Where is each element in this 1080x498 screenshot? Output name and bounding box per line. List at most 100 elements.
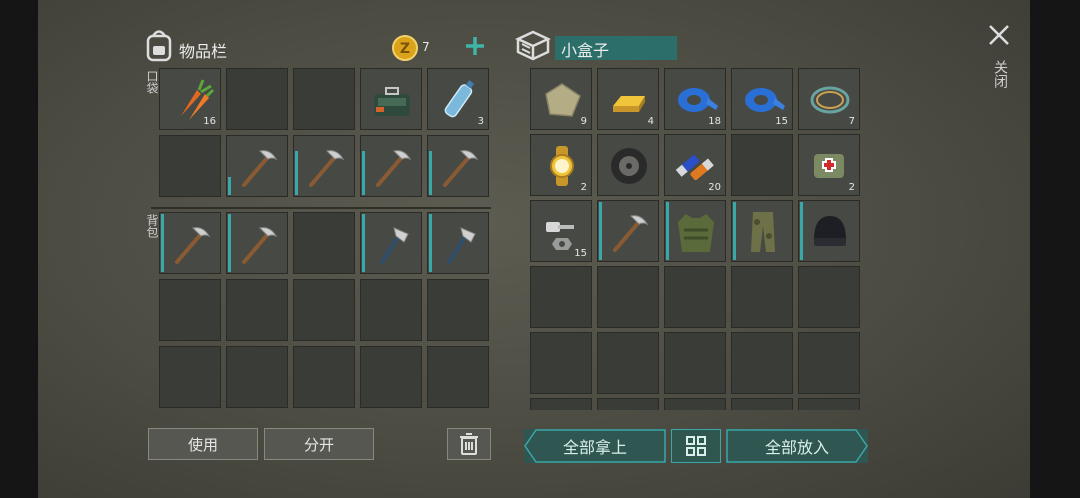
inventory-slot[interactable] <box>597 134 659 196</box>
empty-slot[interactable] <box>597 398 659 410</box>
split-button[interactable]: 分开 <box>264 428 374 460</box>
inventory-slot[interactable] <box>226 212 288 274</box>
inventory-slot[interactable]: 7 <box>798 68 860 130</box>
add-coins-button[interactable] <box>462 33 488 59</box>
pickaxe-icon <box>613 215 649 252</box>
first-aid-bag-icon <box>814 154 844 178</box>
game-screen: 物品栏 Z 7 口袋 背包 16 3 使用 分开 小盒子 9 4 18 15 7 2 20 2 1… <box>38 0 1030 498</box>
inventory-slot[interactable]: 9 <box>530 68 592 130</box>
inventory-slot[interactable]: 2 <box>530 134 592 196</box>
durability-bar <box>228 177 231 195</box>
inventory-slot[interactable] <box>427 135 489 197</box>
inventory-slot[interactable]: 15 <box>731 68 793 130</box>
empty-slot[interactable] <box>159 279 221 341</box>
empty-slot[interactable] <box>731 332 793 394</box>
empty-slot[interactable] <box>798 266 860 328</box>
inventory-slot[interactable] <box>360 68 422 130</box>
empty-slot[interactable] <box>597 266 659 328</box>
inventory-slot[interactable] <box>798 200 860 262</box>
durability-bar <box>362 151 365 195</box>
item-count: 9 <box>580 116 587 127</box>
empty-slot[interactable] <box>159 135 221 197</box>
box-icon <box>515 29 551 61</box>
inventory-slot[interactable] <box>360 212 422 274</box>
discard-button[interactable] <box>447 428 491 460</box>
empty-slot[interactable] <box>530 332 592 394</box>
inventory-slot[interactable]: 20 <box>664 134 726 196</box>
durability-bar <box>362 214 365 272</box>
empty-slot[interactable] <box>798 332 860 394</box>
empty-slot[interactable] <box>798 398 860 410</box>
empty-slot[interactable] <box>731 134 793 196</box>
pickaxe-icon <box>242 227 278 264</box>
empty-slot[interactable] <box>159 346 221 408</box>
inventory-slot[interactable]: 15 <box>530 200 592 262</box>
empty-slot[interactable] <box>293 279 355 341</box>
empty-slot[interactable] <box>664 332 726 394</box>
put-all-button[interactable]: 全部放入 <box>726 429 868 463</box>
item-count: 15 <box>775 116 788 127</box>
pickaxe-icon <box>309 150 345 187</box>
empty-slot[interactable] <box>530 266 592 328</box>
empty-slot[interactable] <box>226 346 288 408</box>
put-all-label: 全部放入 <box>764 438 829 457</box>
sort-button[interactable] <box>671 429 721 463</box>
close-button[interactable] <box>986 22 1012 48</box>
inventory-slot[interactable]: 2 <box>798 134 860 196</box>
gold-watch-icon <box>550 146 574 186</box>
section-divider <box>151 207 491 209</box>
beanie-icon <box>814 216 846 246</box>
take-all-button[interactable]: 全部拿上 <box>524 429 666 463</box>
empty-slot[interactable] <box>731 398 793 410</box>
item-count: 16 <box>203 116 216 127</box>
pickaxe-icon <box>175 227 211 264</box>
inventory-slot[interactable] <box>664 200 726 262</box>
item-count: 20 <box>708 182 721 193</box>
empty-slot[interactable] <box>664 266 726 328</box>
empty-slot[interactable] <box>664 398 726 410</box>
container-grid[interactable]: 9 4 18 15 7 2 20 2 15 <box>530 68 866 410</box>
durability-bar <box>599 202 602 260</box>
pickaxe-icon <box>443 150 479 187</box>
inventory-slot[interactable] <box>293 135 355 197</box>
inventory-slot[interactable] <box>597 200 659 262</box>
inventory-slot[interactable] <box>159 212 221 274</box>
container-name-field[interactable]: 小盒子 <box>555 36 677 60</box>
inventory-slot[interactable] <box>731 200 793 262</box>
empty-slot[interactable] <box>731 266 793 328</box>
inventory-slot[interactable]: 4 <box>597 68 659 130</box>
durability-bar <box>161 214 164 272</box>
empty-slot[interactable] <box>293 346 355 408</box>
empty-slot[interactable] <box>293 68 355 130</box>
gold-bar-icon <box>613 96 645 112</box>
empty-slot[interactable] <box>360 279 422 341</box>
inventory-slot[interactable]: 3 <box>427 68 489 130</box>
empty-slot[interactable] <box>530 398 592 410</box>
use-button[interactable]: 使用 <box>148 428 258 460</box>
durability-bar <box>733 202 736 260</box>
trash-icon <box>460 433 478 455</box>
inventory-slot[interactable]: 18 <box>664 68 726 130</box>
inventory-slot[interactable] <box>226 135 288 197</box>
inventory-slot[interactable] <box>360 135 422 197</box>
empty-slot[interactable] <box>597 332 659 394</box>
item-count: 15 <box>574 248 587 259</box>
durability-bar <box>228 214 231 272</box>
item-count: 3 <box>477 116 484 127</box>
pickaxe-icon <box>376 150 412 187</box>
container-title: 小盒子 <box>561 41 610 60</box>
empty-slot[interactable] <box>427 279 489 341</box>
item-count: 7 <box>848 116 855 127</box>
empty-slot[interactable] <box>360 346 422 408</box>
empty-slot[interactable] <box>226 68 288 130</box>
camo-pants-icon <box>751 212 775 252</box>
empty-slot[interactable] <box>427 346 489 408</box>
cloth-icon <box>545 83 581 117</box>
empty-slot[interactable] <box>226 279 288 341</box>
empty-slot[interactable] <box>293 212 355 274</box>
inventory-slot[interactable]: 16 <box>159 68 221 130</box>
grid-sort-icon <box>686 436 706 456</box>
inventory-slot[interactable] <box>427 212 489 274</box>
close-icon <box>989 25 1009 45</box>
water-bottle-icon <box>444 80 475 118</box>
